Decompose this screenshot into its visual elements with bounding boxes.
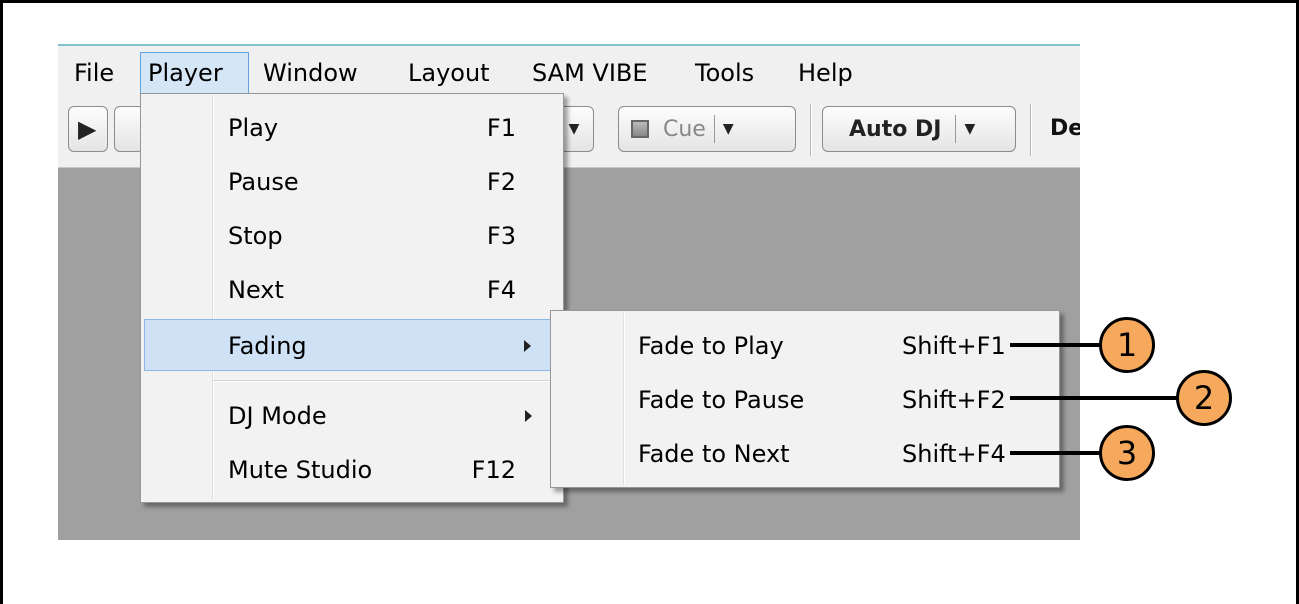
play-icon: ▶ [78, 115, 97, 143]
cue-square-icon [631, 120, 649, 138]
menu-item-label: Pause [228, 168, 299, 196]
menu-item-stop[interactable]: Stop F3 [144, 210, 560, 262]
menu-item-label: DJ Mode [228, 402, 327, 430]
callout-leader-line [1010, 396, 1178, 400]
button-divider [955, 115, 957, 143]
toolbar-separator [810, 104, 812, 156]
menu-item-dj-mode[interactable]: DJ Mode [144, 390, 560, 442]
menu-item-shortcut: F4 [486, 276, 516, 304]
play-button[interactable]: ▶ [68, 106, 108, 152]
menu-item-shortcut: F3 [486, 222, 516, 250]
cue-button[interactable]: Cue ▼ [618, 106, 796, 152]
menu-item-fade-to-pause[interactable]: Fade to Pause Shift+F2 [554, 373, 1056, 427]
menu-item-fading[interactable]: Fading [144, 319, 560, 371]
menu-layout[interactable]: Layout [401, 52, 497, 94]
menu-item-play[interactable]: Play F1 [144, 102, 560, 154]
menu-item-label: Stop [228, 222, 283, 250]
toolbar-separator [1030, 104, 1032, 156]
cue-label: Cue [663, 116, 706, 142]
chevron-down-icon: ▼ [568, 121, 580, 137]
menu-item-label: Mute Studio [228, 456, 373, 484]
chevron-down-icon: ▼ [722, 121, 734, 137]
callout-3: 3 [1099, 425, 1155, 481]
submenu-arrow-icon [524, 340, 531, 352]
menu-item-pause[interactable]: Pause F2 [144, 156, 560, 208]
callout-leader-line [1010, 451, 1100, 455]
menu-file[interactable]: File [67, 52, 121, 94]
menu-item-fade-to-next[interactable]: Fade to Next Shift+F4 [554, 427, 1056, 481]
button-divider [713, 115, 715, 143]
menu-item-shortcut: Shift+F4 [902, 440, 1006, 468]
menu-item-mute-studio[interactable]: Mute Studio F12 [144, 444, 560, 496]
menu-item-next[interactable]: Next F4 [144, 264, 560, 316]
menu-item-label: Fade to Play [638, 332, 784, 360]
auto-dj-button[interactable]: Auto DJ ▼ [822, 106, 1016, 152]
menu-item-shortcut: F2 [486, 168, 516, 196]
menu-item-label: Fading [228, 332, 307, 360]
player-menu: Play F1 Pause F2 Stop F3 Next F4 Fading … [140, 93, 564, 503]
callout-leader-line [1010, 343, 1100, 347]
menu-item-shortcut: F1 [486, 114, 516, 142]
menu-item-shortcut: Shift+F2 [902, 386, 1006, 414]
menu-item-label: Fade to Next [638, 440, 790, 468]
menu-bar: File Player Window Layout SAM VIBE Tools… [58, 44, 1080, 96]
menu-player[interactable]: Player [140, 52, 249, 94]
submenu-arrow-icon [525, 410, 532, 422]
menu-tools[interactable]: Tools [688, 52, 761, 94]
menu-separator [213, 380, 557, 382]
menu-item-fade-to-play[interactable]: Fade to Play Shift+F1 [554, 319, 1056, 373]
callout-1: 1 [1099, 317, 1155, 373]
menu-item-label: Play [228, 114, 279, 142]
menu-sam-vibe[interactable]: SAM VIBE [525, 52, 655, 94]
menu-item-label: Next [228, 276, 284, 304]
menu-item-shortcut: Shift+F1 [902, 332, 1006, 360]
callout-2: 2 [1176, 370, 1232, 426]
truncated-toolbar-label: De [1050, 116, 1080, 141]
menu-item-label: Fade to Pause [638, 386, 805, 414]
menu-item-shortcut: F12 [471, 456, 516, 484]
menu-help[interactable]: Help [791, 52, 860, 94]
fading-submenu: Fade to Play Shift+F1 Fade to Pause Shif… [550, 310, 1060, 488]
chevron-down-icon: ▼ [964, 121, 976, 137]
menu-window[interactable]: Window [256, 52, 365, 94]
auto-dj-label: Auto DJ [849, 116, 942, 142]
